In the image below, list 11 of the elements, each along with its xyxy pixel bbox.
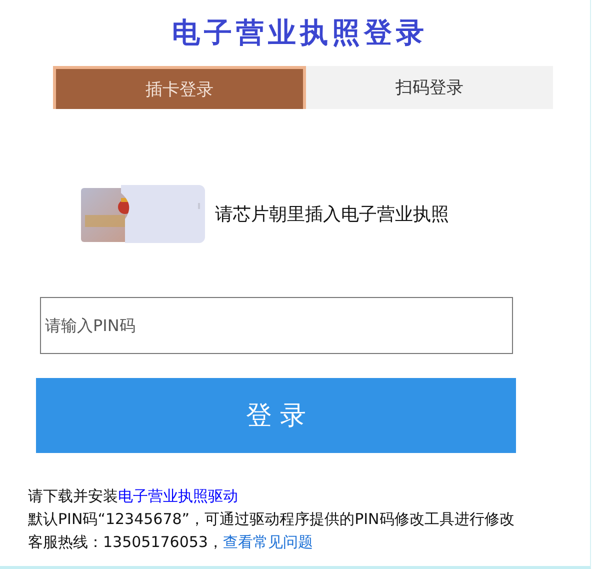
tab[interactable]: 扫码登录 [306, 66, 553, 109]
pin-input-field[interactable]: 请输入PIN码 [40, 297, 513, 354]
tab[interactable]: 插卡登录 [53, 66, 306, 109]
link[interactable]: 查看常见问题 [222, 533, 313, 551]
login-button[interactable]: 登 录 [36, 378, 516, 453]
instruction-text: 请芯片朝里插入电子营业执照 [215, 203, 449, 226]
note-text: 默认PIN码“12345678”，可通过驱动程序提供的PIN码修改工具进行修改 [28, 509, 516, 530]
note-text: 请下载并安装电子营业执照驱动 [28, 486, 239, 507]
link[interactable]: 电子营业执照驱动 [118, 487, 238, 505]
note-text: 客服热线：13505176053，查看常见问题 [28, 532, 314, 553]
page-title: 电子营业执照登录 [171, 15, 428, 51]
